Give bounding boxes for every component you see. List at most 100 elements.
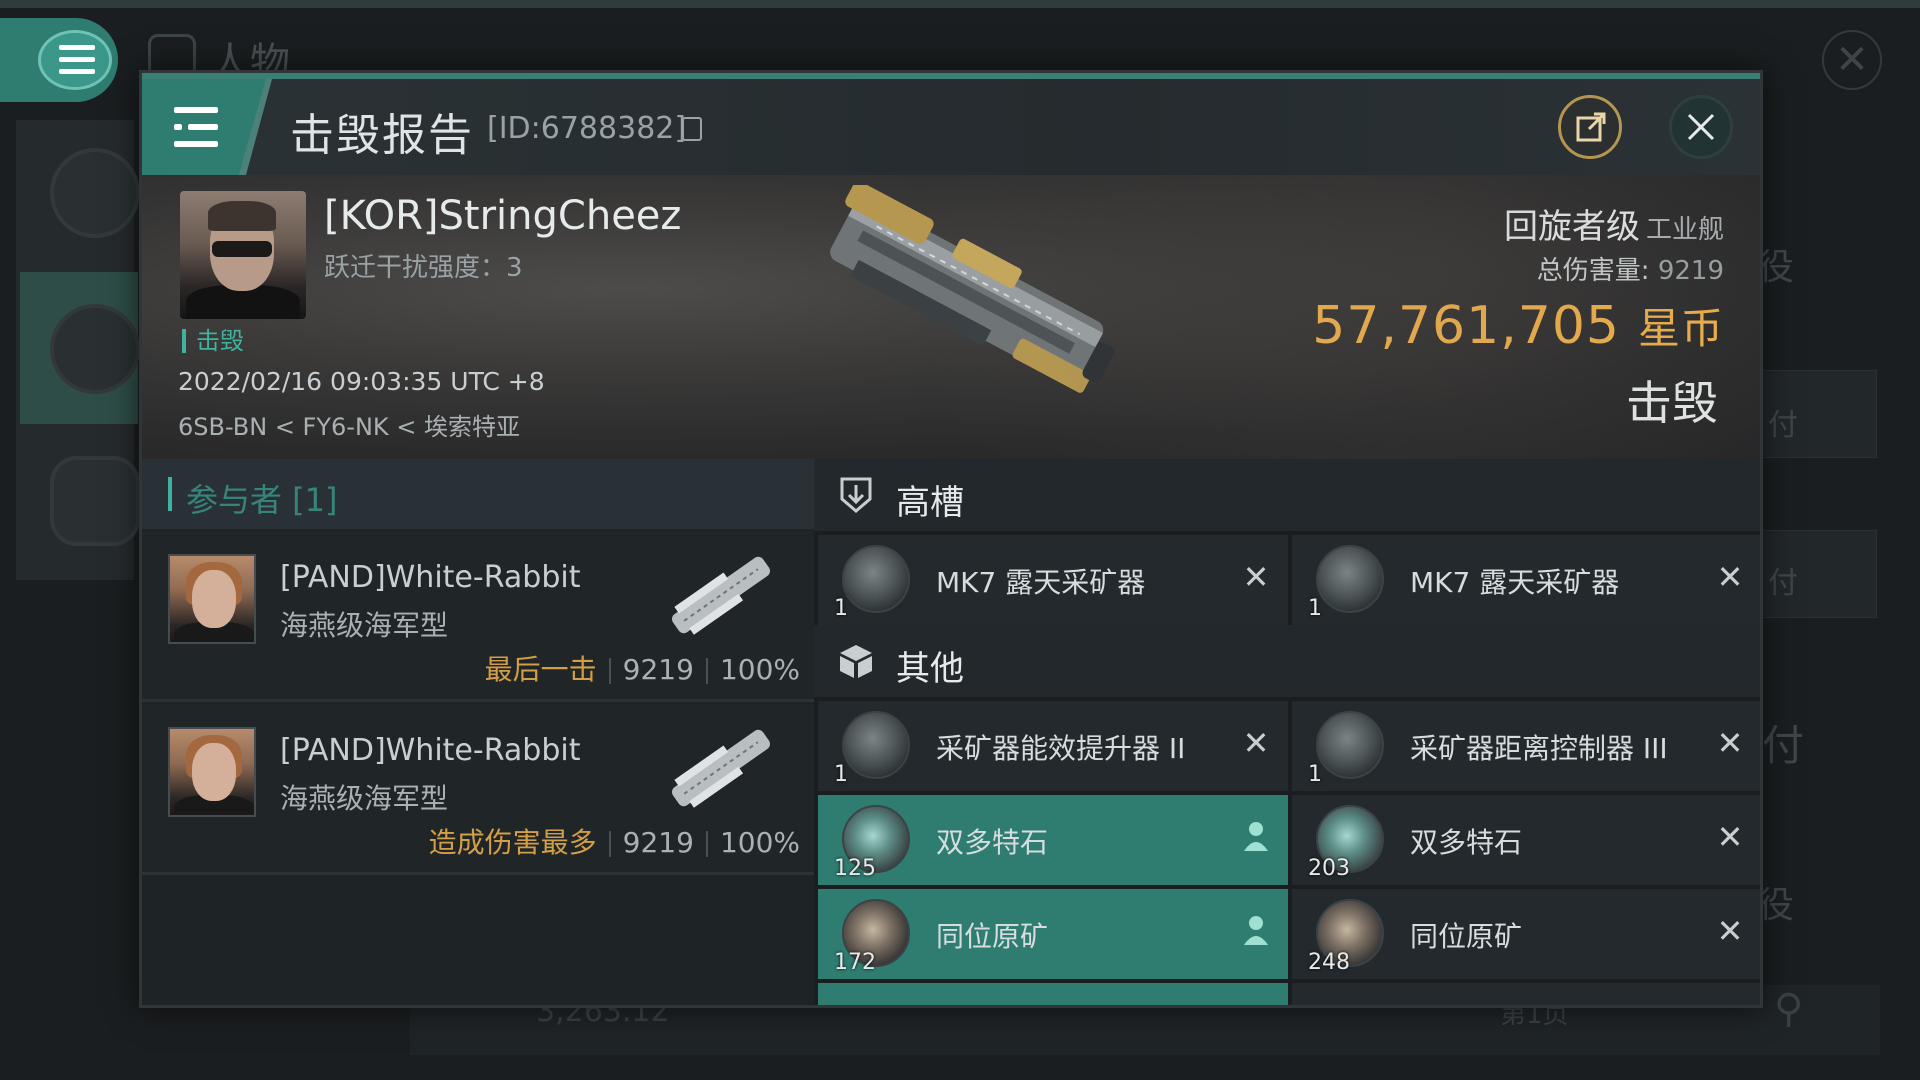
strip-miner-icon [842, 545, 910, 613]
warp-disruption-strength: 跃迁干扰强度：3 [324, 253, 523, 283]
fitting-item-partial[interactable] [818, 983, 1288, 1005]
fitting-item[interactable]: 1 MK7 露天采矿器 ✕ [818, 535, 1288, 625]
share-button[interactable] [1558, 95, 1622, 159]
participant-ship: 海燕级海军型 [280, 782, 449, 815]
item-quantity: 1 [834, 596, 848, 621]
total-damage-line: 总伤害量: 9219 [1312, 250, 1724, 287]
destroyed-icon: ✕ [1716, 558, 1744, 596]
participant-stats: 最后一击 9219 100% [485, 648, 800, 688]
fitting-panel: 高槽 1 MK7 露天采矿器 ✕ 1 MK7 露天采矿器 ✕ 其他 1 采矿器能… [814, 459, 1760, 1005]
item-name: 双多特石 [1410, 826, 1523, 859]
participant-name: [PAND]White-Rabbit [280, 560, 581, 595]
background-right-text: 付 [1762, 721, 1805, 770]
item-quantity: 1 [1308, 762, 1322, 787]
participant-ship-image[interactable] [656, 713, 786, 823]
item-quantity: 172 [834, 950, 876, 975]
participant-avatar[interactable] [168, 727, 256, 817]
destroyed-icon: ✕ [1242, 724, 1270, 762]
combat-nav-icon[interactable] [50, 304, 140, 394]
mining-upgrade-icon [842, 711, 910, 779]
header-accent-bar [168, 477, 172, 511]
high-slots-header: 高槽 [814, 459, 1760, 531]
item-quantity: 1 [834, 762, 848, 787]
ship-class: 工业舰 [1645, 215, 1724, 245]
fitting-item[interactable]: 125 双多特石 [818, 795, 1288, 885]
participant-percent: 100% [719, 653, 800, 686]
victim-banner: [KOR]StringCheez 跃迁干扰强度：3 击毁 2022/02/16 … [142, 175, 1760, 459]
isk-value-line: 57,761,705 星币 [1312, 295, 1724, 356]
participant-tag: 造成伤害最多 [428, 826, 597, 859]
participants-title: 参与者 [1] [186, 481, 338, 519]
victim-name[interactable]: [KOR]StringCheez [324, 193, 681, 239]
close-button[interactable] [1669, 95, 1733, 159]
kill-status: 击毁 [1626, 376, 1718, 430]
dropped-person-icon [1238, 819, 1274, 855]
participant-ship-image[interactable] [656, 540, 786, 650]
participant-stats: 造成伤害最多 9219 100% [429, 821, 800, 861]
participant-damage: 9219 [622, 653, 694, 686]
item-name: MK7 露天采矿器 [1410, 566, 1620, 599]
dialog-header: 击毁报告 [ID:6788382] [142, 79, 1760, 175]
participant-name: [PAND]White-Rabbit [280, 733, 581, 768]
participant-row[interactable]: [PAND]White-Rabbit 海燕级海军型 造成伤害最多 9219 100% [142, 705, 814, 875]
report-id: [ID:6788382] [487, 111, 687, 146]
background-right-text: 役 [1758, 247, 1795, 288]
background-menu-button[interactable] [0, 18, 118, 102]
fitting-item-partial[interactable] [1292, 983, 1760, 1005]
fitting-item[interactable]: 248 同位原矿 ✕ [1292, 889, 1760, 979]
item-quantity: 203 [1308, 856, 1350, 881]
item-quantity: 125 [834, 856, 876, 881]
item-quantity: 1 [1308, 596, 1322, 621]
other-title: 其他 [896, 649, 964, 689]
cargo-box-icon [840, 645, 872, 678]
dialog-title: 击毁报告 [290, 110, 474, 161]
dropped-person-icon [1238, 913, 1274, 949]
victim-avatar[interactable] [180, 191, 306, 319]
background-right-text: 役 [1758, 885, 1795, 926]
item-name: 采矿器能效提升器 II [936, 732, 1186, 765]
victim-ship-image[interactable] [782, 185, 1142, 415]
high-slot-icon [840, 477, 872, 513]
close-icon [1687, 113, 1715, 141]
fitting-item[interactable]: 203 双多特石 ✕ [1292, 795, 1760, 885]
total-damage-value: 9219 [1657, 256, 1724, 286]
background-close-button[interactable]: ✕ [1822, 30, 1882, 90]
item-name: MK7 露天采矿器 [936, 566, 1146, 599]
range-controller-icon [1316, 711, 1384, 779]
ship-name[interactable]: 回旋者级 [1504, 207, 1640, 247]
background-right-text: 付 [1768, 408, 1798, 443]
fitting-item[interactable]: 172 同位原矿 [818, 889, 1288, 979]
fitting-item[interactable]: 1 MK7 露天采矿器 ✕ [1292, 535, 1760, 625]
share-icon [1576, 112, 1606, 142]
kill-report-dialog: 击毁报告 [ID:6788382] [KOR]StringCheez 跃迁干扰强… [139, 70, 1763, 1008]
copy-icon[interactable] [682, 117, 702, 141]
background-top-bar [0, 0, 1920, 8]
total-damage-label: 总伤害量: [1536, 256, 1650, 286]
participant-row[interactable]: [PAND]White-Rabbit 海燕级海军型 最后一击 9219 100% [142, 532, 814, 702]
participants-panel: 参与者 [1] [PAND]White-Rabbit 海燕级海军型 最后一击 92… [142, 459, 814, 1005]
victim-ship-line: 回旋者级 工业舰 [1312, 199, 1724, 248]
kill-location[interactable]: 6SB-BN < FY6-NK < 埃索特亚 [178, 407, 520, 442]
destroyed-icon: ✕ [1716, 724, 1744, 762]
participant-ship: 海燕级海军型 [280, 609, 449, 642]
destroyed-icon: ✕ [1242, 558, 1270, 596]
menu-icon [38, 30, 112, 90]
destroyed-icon: ✕ [1716, 818, 1744, 856]
participant-avatar[interactable] [168, 554, 256, 644]
list-nav-icon[interactable] [50, 148, 140, 238]
isk-unit: 星币 [1637, 304, 1724, 353]
filter-icon[interactable]: ⚲ [1774, 986, 1803, 1032]
fitting-item[interactable]: 1 采矿器距离控制器 III ✕ [1292, 701, 1760, 791]
victim-ship-summary: 回旋者级 工业舰 总伤害量: 9219 57,761,705 星币 [1312, 199, 1724, 356]
strip-miner-icon [1316, 545, 1384, 613]
other-header: 其他 [814, 625, 1760, 697]
item-name: 采矿器距离控制器 III [1410, 732, 1668, 765]
isk-value: 57,761,705 [1312, 296, 1620, 356]
participant-damage: 9219 [622, 826, 694, 859]
star-nav-icon[interactable] [50, 456, 140, 546]
fitting-item[interactable]: 1 采矿器能效提升器 II ✕ [818, 701, 1288, 791]
kill-timestamp: 2022/02/16 09:03:35 UTC +8 [178, 367, 545, 396]
participants-header: 参与者 [1] [142, 459, 814, 529]
background-right-text: 付 [1768, 566, 1798, 601]
item-name: 双多特石 [936, 826, 1049, 859]
